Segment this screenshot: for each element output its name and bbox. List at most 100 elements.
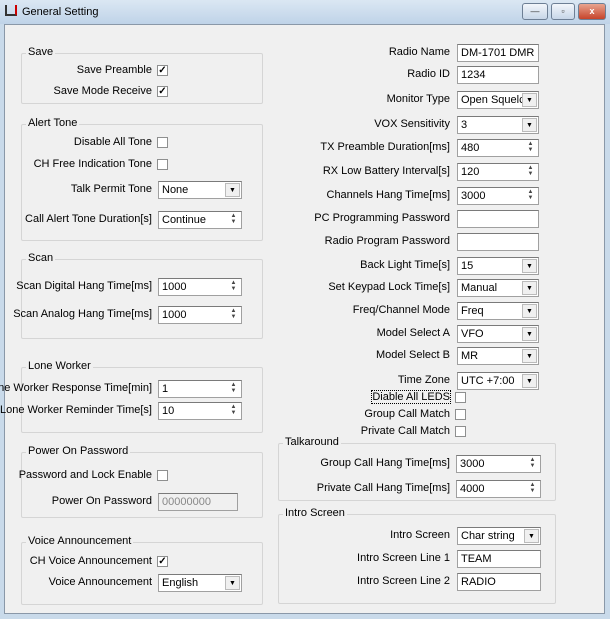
channels-hang-time-ms-value: 3000 — [461, 190, 486, 202]
chevron-down-icon[interactable]: ▼ — [522, 259, 537, 273]
call-alert-tone-duration-s-label: Call Alert Tone Duration[s] — [25, 213, 152, 225]
spinner-arrows-icon[interactable]: ▲ ▼ — [227, 213, 240, 227]
intro-screen-line-2-value: RADIO — [461, 576, 496, 588]
freq-channel-mode-select[interactable]: Freq ▼ — [457, 302, 539, 320]
chevron-down-icon[interactable]: ▼ — [522, 281, 537, 295]
radio-id-label: Radio ID — [407, 68, 450, 80]
model-select-b-select[interactable]: MR ▼ — [457, 347, 539, 365]
group-title: Lone Worker — [26, 360, 93, 372]
private-call-hang-time-ms-spinner[interactable]: 4000 ▲ ▼ — [456, 480, 541, 498]
scan-analog-hang-time-ms-spinner[interactable]: 1000 ▲ ▼ — [158, 306, 242, 324]
scan-digital-hang-time-ms-spinner[interactable]: 1000 ▲ ▼ — [158, 278, 242, 296]
set-keypad-lock-time-s-label: Set Keypad Lock Time[s] — [328, 281, 450, 293]
group-title: Alert Tone — [26, 117, 80, 129]
spinner-arrows-icon[interactable]: ▲ ▼ — [524, 165, 537, 179]
group-title: Talkaround — [283, 436, 341, 448]
private-call-match-checkbox[interactable] — [455, 426, 466, 437]
spinner-arrows-icon[interactable]: ▲ ▼ — [227, 308, 240, 322]
chevron-down-icon[interactable]: ▼ — [522, 93, 537, 107]
save-preamble-checkbox[interactable]: ✓ — [157, 65, 168, 76]
intro-screen-select[interactable]: Char string ▼ — [457, 527, 541, 545]
save-preamble-label: Save Preamble — [76, 64, 152, 76]
scan-analog-hang-time-ms-value: 1000 — [162, 309, 187, 321]
spinner-arrows-icon[interactable]: ▲ ▼ — [227, 382, 240, 396]
group-call-hang-time-ms-spinner[interactable]: 3000 ▲ ▼ — [456, 455, 541, 473]
radio-name-input[interactable]: DM-1701 DMR — [457, 44, 539, 62]
back-light-time-s-value: 15 — [461, 260, 474, 272]
chevron-down-icon[interactable]: ▼ — [522, 374, 537, 388]
lone-worker-group: Lone Worker — [21, 360, 263, 433]
group-call-match-checkbox[interactable] — [455, 409, 466, 420]
password-and-lock-enable-checkbox[interactable] — [157, 470, 168, 481]
book-icon — [5, 5, 17, 16]
lone-worker-reminder-time-s-spinner[interactable]: 10 ▲ ▼ — [158, 402, 242, 420]
group-call-match-label: Group Call Match — [364, 408, 450, 420]
scan-group: Scan — [21, 252, 263, 339]
monitor-type-value: Open Squelch — [461, 94, 531, 106]
monitor-type-select[interactable]: Open Squelch ▼ — [457, 91, 539, 109]
call-alert-tone-duration-s-spinner[interactable]: Continue ▲ ▼ — [158, 211, 242, 229]
power-on-password-label: Power On Password — [51, 495, 152, 507]
disable-all-tone-label: Disable All Tone — [73, 136, 152, 148]
diable-all-leds-checkbox[interactable] — [455, 392, 466, 403]
spinner-arrows-icon[interactable]: ▲ ▼ — [524, 141, 537, 155]
chevron-down-icon[interactable]: ▼ — [225, 183, 240, 197]
spinner-arrows-icon[interactable]: ▲ ▼ — [227, 280, 240, 294]
ch-free-indication-tone-checkbox[interactable] — [157, 159, 168, 170]
model-select-b-label: Model Select B — [376, 349, 450, 361]
group-title: Voice Announcement — [26, 535, 134, 547]
intro-screen-line-1-input[interactable]: TEAM — [457, 550, 541, 568]
radio-program-password-label: Radio Program Password — [324, 235, 450, 247]
password-and-lock-enable-label: Password and Lock Enable — [18, 469, 152, 481]
set-keypad-lock-time-s-value: Manual — [461, 282, 498, 294]
lone-worker-response-time-min-spinner[interactable]: 1 ▲ ▼ — [158, 380, 242, 398]
freq-channel-mode-value: Freq — [461, 305, 484, 317]
chevron-down-icon[interactable]: ▼ — [522, 304, 537, 318]
tx-preamble-duration-ms-spinner[interactable]: 480 ▲ ▼ — [457, 139, 539, 157]
intro-screen-line-2-label: Intro Screen Line 2 — [357, 575, 450, 587]
spinner-arrows-icon[interactable]: ▲ ▼ — [524, 189, 537, 203]
chevron-down-icon[interactable]: ▼ — [522, 349, 537, 363]
chevron-down-icon[interactable]: ▼ — [522, 327, 537, 341]
title-bar[interactable]: General Setting — ▫ x — [0, 0, 610, 24]
group-title: Scan — [26, 252, 56, 264]
pc-programming-password-input[interactable] — [457, 210, 539, 228]
back-light-time-s-select[interactable]: 15 ▼ — [457, 257, 539, 275]
disable-all-tone-checkbox[interactable] — [157, 137, 168, 148]
scan-digital-hang-time-ms-label: Scan Digital Hang Time[ms] — [16, 280, 152, 292]
scan-digital-hang-time-ms-value: 1000 — [162, 281, 187, 293]
intro-screen-line-1-value: TEAM — [461, 553, 492, 565]
time-zone-select[interactable]: UTC +7:00 ▼ — [457, 372, 539, 390]
set-keypad-lock-time-s-select[interactable]: Manual ▼ — [457, 279, 539, 297]
minimize-button[interactable]: — — [522, 3, 548, 20]
vox-sensitivity-select[interactable]: 3 ▼ — [457, 116, 539, 134]
rx-low-battery-interval-s-spinner[interactable]: 120 ▲ ▼ — [457, 163, 539, 181]
save-mode-receive-checkbox[interactable]: ✓ — [157, 86, 168, 97]
ch-voice-announcement-checkbox[interactable]: ✓ — [157, 556, 168, 567]
radio-program-password-input[interactable] — [457, 233, 539, 251]
vox-sensitivity-value: 3 — [461, 119, 468, 131]
group-call-hang-time-ms-value: 3000 — [460, 458, 485, 470]
intro-screen-line-2-input[interactable]: RADIO — [457, 573, 541, 591]
radio-id-input[interactable]: 1234 — [457, 66, 539, 84]
chevron-down-icon[interactable]: ▼ — [524, 529, 539, 543]
tx-preamble-duration-ms-value: 480 — [461, 142, 480, 154]
voice-announcement-select[interactable]: English ▼ — [158, 574, 242, 592]
intro-screen-line-1-label: Intro Screen Line 1 — [357, 552, 450, 564]
close-button[interactable]: x — [578, 3, 606, 20]
intro-screen-value: Char string — [461, 530, 515, 542]
private-call-hang-time-ms-label: Private Call Hang Time[ms] — [316, 482, 450, 494]
chevron-down-icon[interactable]: ▼ — [225, 576, 240, 590]
spinner-arrows-icon[interactable]: ▲ ▼ — [526, 482, 539, 496]
model-select-b-value: MR — [461, 350, 479, 362]
talk-permit-tone-select[interactable]: None ▼ — [158, 181, 242, 199]
spinner-arrows-icon[interactable]: ▲ ▼ — [227, 404, 240, 418]
model-select-a-select[interactable]: VFO ▼ — [457, 325, 539, 343]
channels-hang-time-ms-spinner[interactable]: 3000 ▲ ▼ — [457, 187, 539, 205]
chevron-down-icon[interactable]: ▼ — [522, 118, 537, 132]
lone-worker-response-time-min-value: 1 — [162, 383, 169, 395]
maximize-button[interactable]: ▫ — [551, 3, 575, 20]
spinner-arrows-icon[interactable]: ▲ ▼ — [526, 457, 539, 471]
back-light-time-s-label: Back Light Time[s] — [360, 259, 450, 271]
channels-hang-time-ms-label: Channels Hang Time[ms] — [326, 189, 451, 201]
